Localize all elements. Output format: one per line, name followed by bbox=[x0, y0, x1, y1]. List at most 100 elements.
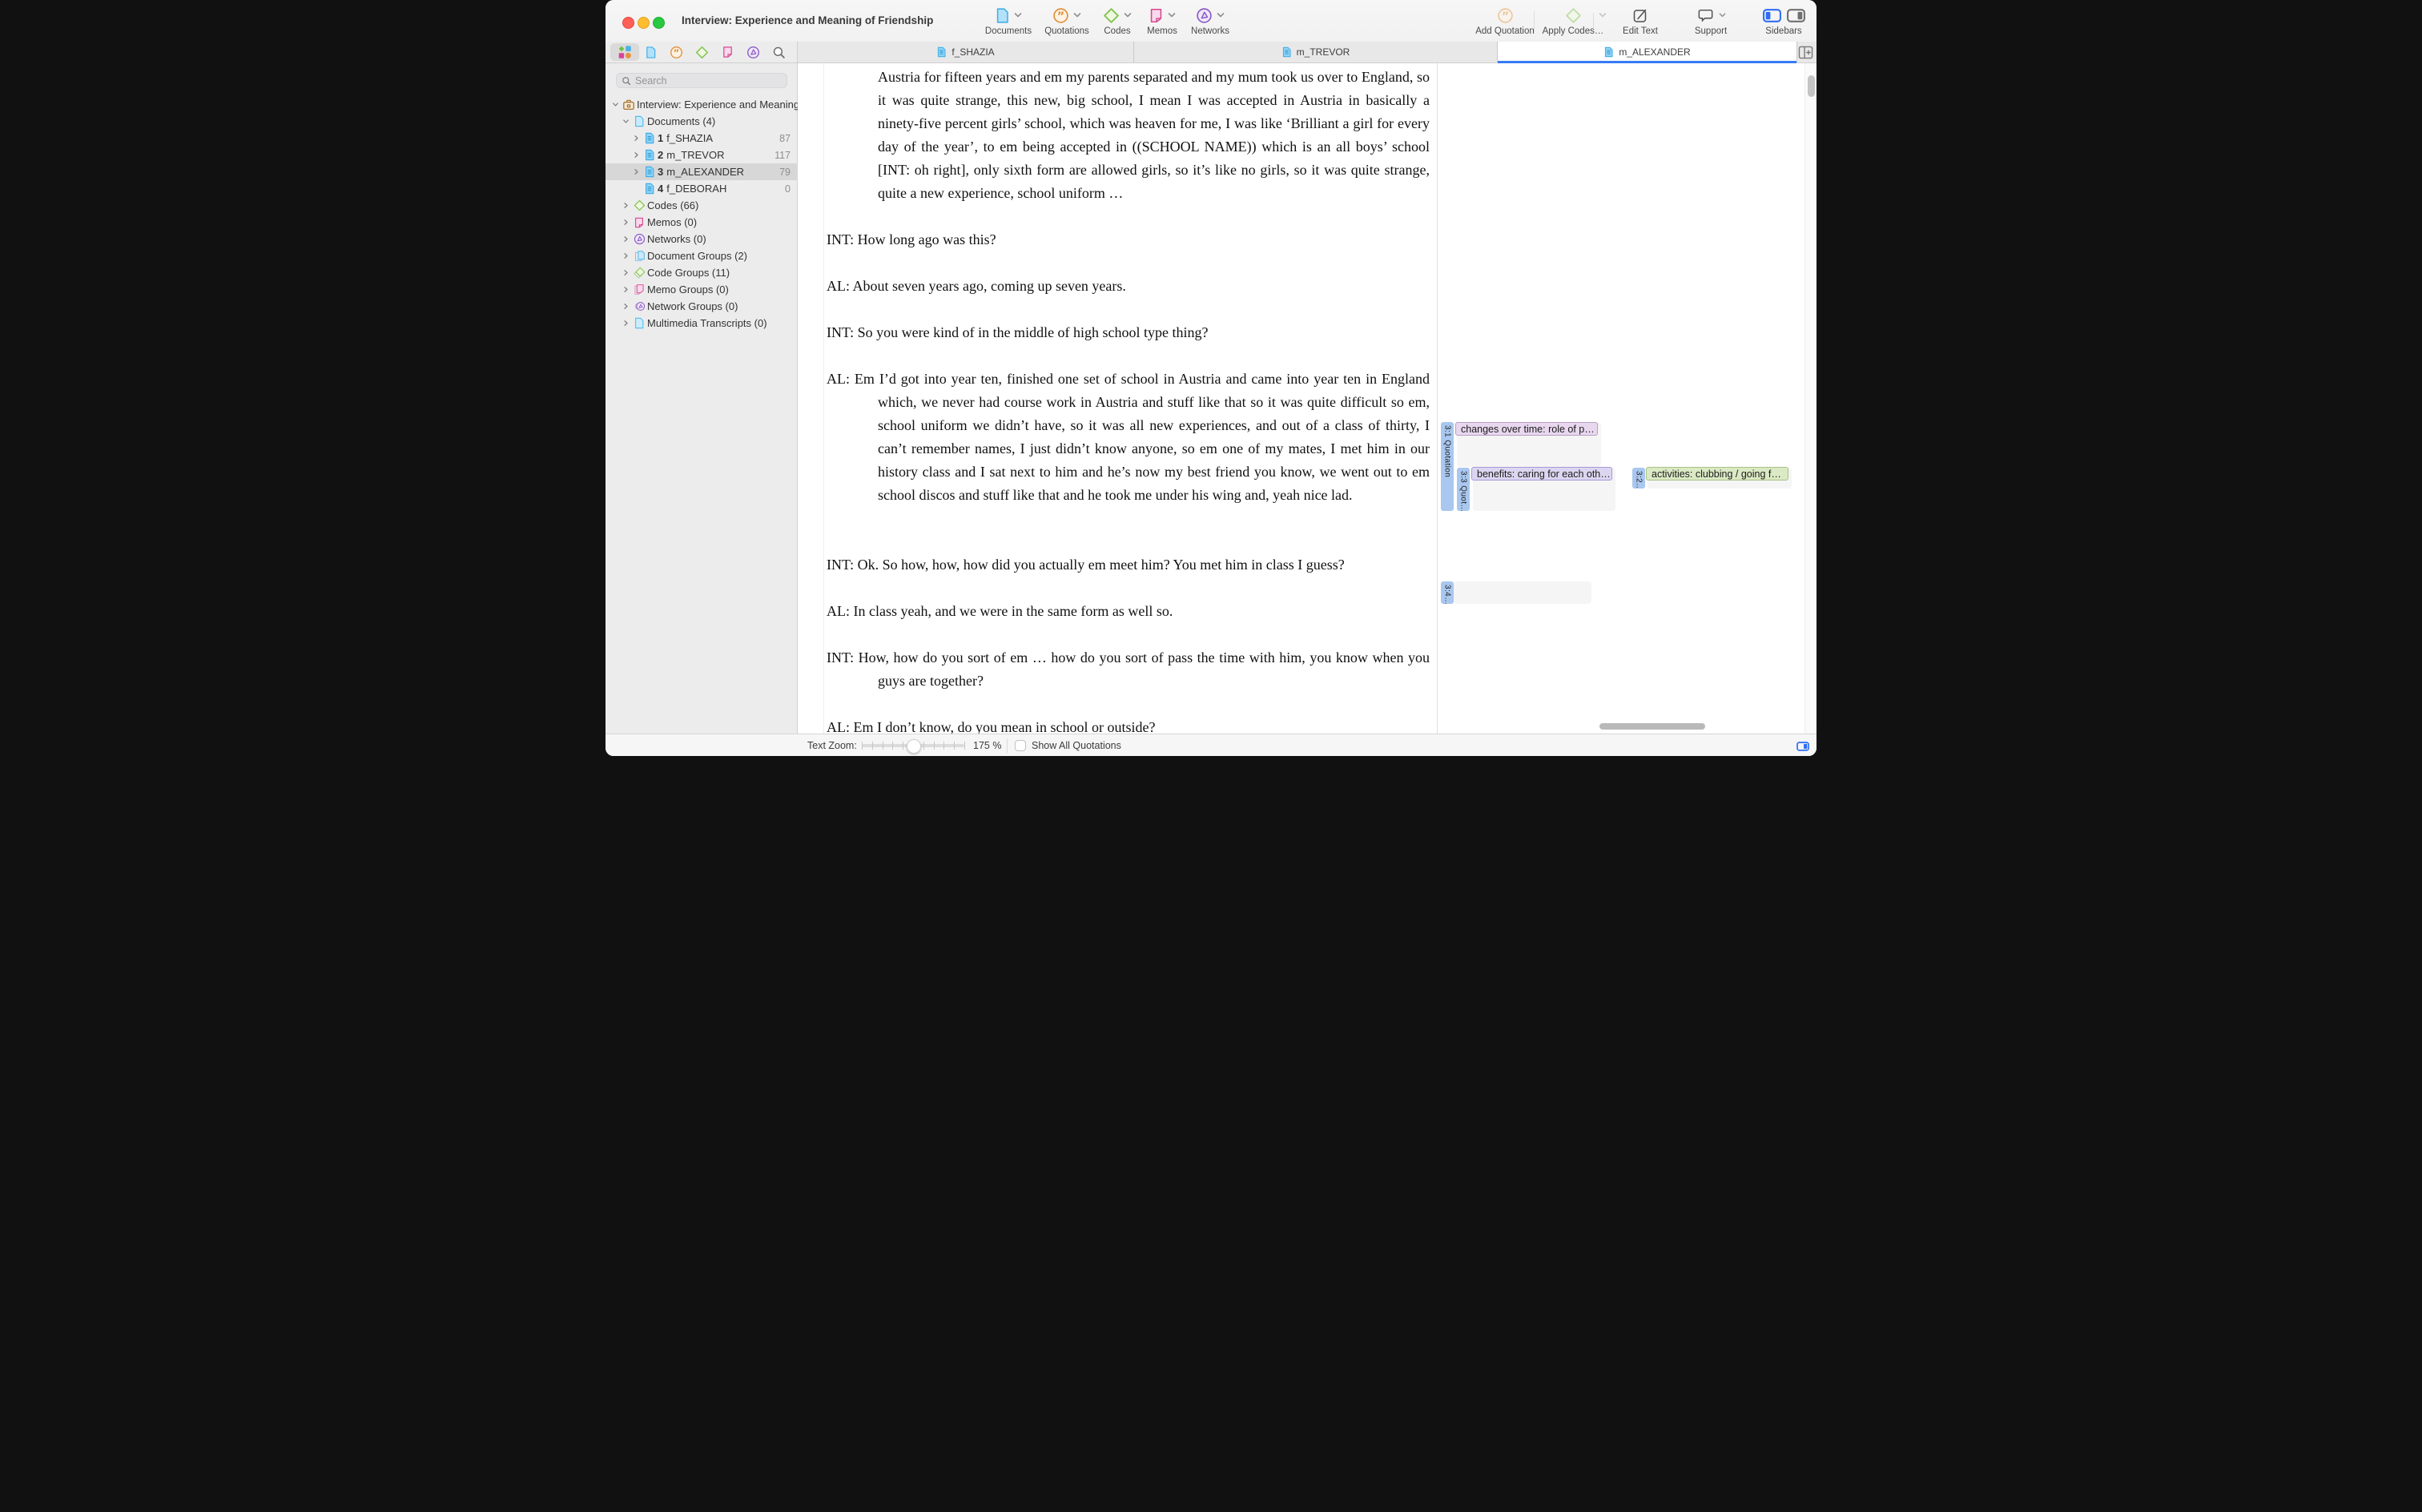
text-zoom-label: Text Zoom: bbox=[807, 740, 857, 751]
chevron-right-icon[interactable] bbox=[621, 268, 631, 277]
tree-item-memo-groups[interactable]: Memo Groups (0) bbox=[606, 281, 798, 298]
chevron-down-icon bbox=[1217, 12, 1225, 18]
document-text: Austria for fifteen years and em my pare… bbox=[827, 63, 1430, 734]
support-button[interactable]: Support bbox=[1679, 6, 1743, 36]
apply-codes-dropdown[interactable] bbox=[1597, 6, 1608, 25]
paragraph: 8AL: About seven years ago, coming up se… bbox=[827, 275, 1430, 298]
document-icon bbox=[936, 46, 947, 58]
tree-item-doc-f-deborah[interactable]: 4 f_DEBORAH 0 bbox=[606, 180, 798, 197]
tree-item-project[interactable]: Interview: Experience and Meaning… bbox=[606, 96, 798, 113]
tree-item-multimedia-transcripts[interactable]: Multimedia Transcripts (0) bbox=[606, 315, 798, 332]
paragraph: 20AL: Em I don’t know, do you mean in sc… bbox=[827, 716, 1430, 734]
quotation-bar-3-3[interactable]: 3:3 Quot… bbox=[1457, 468, 1470, 511]
document-icon bbox=[995, 7, 1010, 24]
network-group-icon bbox=[631, 300, 647, 312]
search-tab[interactable] bbox=[764, 43, 793, 61]
tab-f-shazia[interactable]: f_SHAZIA bbox=[798, 42, 1134, 62]
show-all-quotations-checkbox[interactable] bbox=[1015, 740, 1026, 751]
minimize-window-button[interactable] bbox=[638, 17, 650, 29]
codes-tab[interactable] bbox=[687, 43, 716, 61]
paragraph: 17 bbox=[827, 623, 1430, 646]
chevron-right-icon[interactable] bbox=[631, 167, 642, 176]
memos-tab[interactable] bbox=[713, 43, 742, 61]
svg-text:”: ” bbox=[1501, 10, 1508, 22]
tab-m-trevor[interactable]: m_TREVOR bbox=[1134, 42, 1498, 62]
close-window-button[interactable] bbox=[622, 17, 634, 29]
right-sidebar-toggle-icon[interactable] bbox=[1786, 7, 1806, 24]
left-sidebar-toggle-icon[interactable] bbox=[1762, 7, 1782, 24]
document-icon bbox=[645, 46, 657, 59]
document-editor[interactable]: Austria for fifteen years and em my pare… bbox=[798, 63, 1437, 734]
tree-item-document-groups[interactable]: Document Groups (2) bbox=[606, 247, 798, 264]
tree-item-memos[interactable]: Memos (0) bbox=[606, 214, 798, 231]
project-explorer-tab[interactable] bbox=[610, 43, 639, 61]
tree-item-network-groups[interactable]: Network Groups (0) bbox=[606, 298, 798, 315]
zoom-window-button[interactable] bbox=[653, 17, 665, 29]
support-bubble-icon bbox=[1696, 7, 1715, 24]
edit-text-button[interactable]: Edit Text bbox=[1608, 6, 1672, 36]
tree-item-doc-f-shazia[interactable]: 1 f_SHAZIA 87 bbox=[606, 130, 798, 147]
networks-tab[interactable] bbox=[738, 43, 767, 61]
add-quotation-button[interactable]: ” Add Quotation bbox=[1461, 6, 1549, 36]
chevron-right-icon[interactable] bbox=[621, 235, 631, 243]
toolbar-divider bbox=[1534, 11, 1535, 32]
document-icon bbox=[631, 115, 647, 127]
text-zoom-slider[interactable] bbox=[862, 744, 964, 747]
text-zoom-slider-thumb[interactable] bbox=[907, 739, 921, 754]
chevron-right-icon[interactable] bbox=[621, 218, 631, 227]
code-label-changes-over-time[interactable]: changes over time: role of p… bbox=[1455, 422, 1598, 436]
tree-item-doc-m-alexander[interactable]: 3 m_ALEXANDER 79 bbox=[606, 163, 798, 180]
sidebars-button[interactable]: Sidebars bbox=[1752, 6, 1815, 36]
explorer-grid-icon bbox=[618, 45, 632, 59]
gutter-divider bbox=[823, 63, 824, 734]
toolbar-divider bbox=[1593, 13, 1594, 29]
statusbar-divider bbox=[1007, 738, 1008, 753]
document-tab-bar: f_SHAZIA m_TREVOR m_ALEXANDER bbox=[798, 42, 1816, 63]
tree-item-networks[interactable]: Networks (0) bbox=[606, 231, 798, 247]
tree-item-code-groups[interactable]: Code Groups (11) bbox=[606, 264, 798, 281]
document-group-icon bbox=[631, 250, 647, 263]
quotation-bar-3-1[interactable]: 3:1 Quotation bbox=[1441, 422, 1454, 511]
margin-panel-toggle-icon[interactable] bbox=[1796, 741, 1810, 752]
tree-item-codes[interactable]: Codes (66) bbox=[606, 197, 798, 214]
split-editor-button[interactable] bbox=[1797, 45, 1814, 60]
paragraph: 18INT: How, how do you sort of em … how … bbox=[827, 646, 1430, 693]
paragraph: Austria for fifteen years and em my pare… bbox=[827, 66, 1430, 205]
vertical-scrollbar-thumb[interactable] bbox=[1808, 75, 1815, 97]
chevron-right-icon[interactable] bbox=[621, 285, 631, 294]
chevron-right-icon[interactable] bbox=[621, 201, 631, 210]
chevron-right-icon[interactable] bbox=[621, 302, 631, 311]
chevron-right-icon[interactable] bbox=[621, 319, 631, 328]
quotation-region[interactable] bbox=[1454, 581, 1591, 604]
chevron-down-icon bbox=[1719, 12, 1726, 18]
code-diamond-icon bbox=[631, 199, 647, 211]
networks-toolbar-button[interactable]: Networks bbox=[1176, 6, 1245, 36]
tab-m-alexander[interactable]: m_ALEXANDER bbox=[1498, 42, 1797, 62]
chevron-down-icon[interactable] bbox=[610, 100, 621, 109]
paragraph: 10INT: So you were kind of in the middle… bbox=[827, 321, 1430, 344]
chevron-right-icon[interactable] bbox=[631, 151, 642, 159]
atlas-ti-window: Interview: Experience and Meaning of Fri… bbox=[606, 0, 1816, 756]
tree-item-doc-m-trevor[interactable]: 2 m_TREVOR 117 bbox=[606, 147, 798, 163]
memo-icon bbox=[722, 46, 734, 58]
chevron-down-icon bbox=[1073, 12, 1081, 18]
vertical-scrollbar[interactable] bbox=[1804, 63, 1816, 734]
chevron-right-icon[interactable] bbox=[631, 134, 642, 143]
chevron-right-icon[interactable] bbox=[621, 251, 631, 260]
quotation-icon: ” bbox=[1052, 7, 1069, 24]
search-input[interactable]: Search bbox=[616, 73, 787, 88]
document-icon bbox=[642, 183, 658, 195]
quotation-bar-3-4[interactable]: 3:4… bbox=[1441, 581, 1454, 604]
documents-tab[interactable] bbox=[636, 43, 665, 61]
paragraph: 6INT: How long ago was this? bbox=[827, 228, 1430, 251]
paragraph: 14INT: Ok. So how, how, how did you actu… bbox=[827, 553, 1430, 577]
quotation-bar-3-2[interactable]: 3:2… bbox=[1632, 468, 1645, 489]
code-label-activities-clubbing[interactable]: activities: clubbing / going f… bbox=[1646, 467, 1788, 481]
tree-item-documents[interactable]: Documents (4) bbox=[606, 113, 798, 130]
horizontal-scrollbar-thumb[interactable] bbox=[1599, 723, 1705, 730]
chevron-down-icon[interactable] bbox=[621, 117, 631, 126]
memo-group-icon bbox=[631, 284, 647, 296]
quotations-tab[interactable]: ” bbox=[662, 43, 690, 61]
search-icon bbox=[622, 76, 631, 86]
code-label-benefits-caring[interactable]: benefits: caring for each oth… bbox=[1471, 467, 1612, 481]
